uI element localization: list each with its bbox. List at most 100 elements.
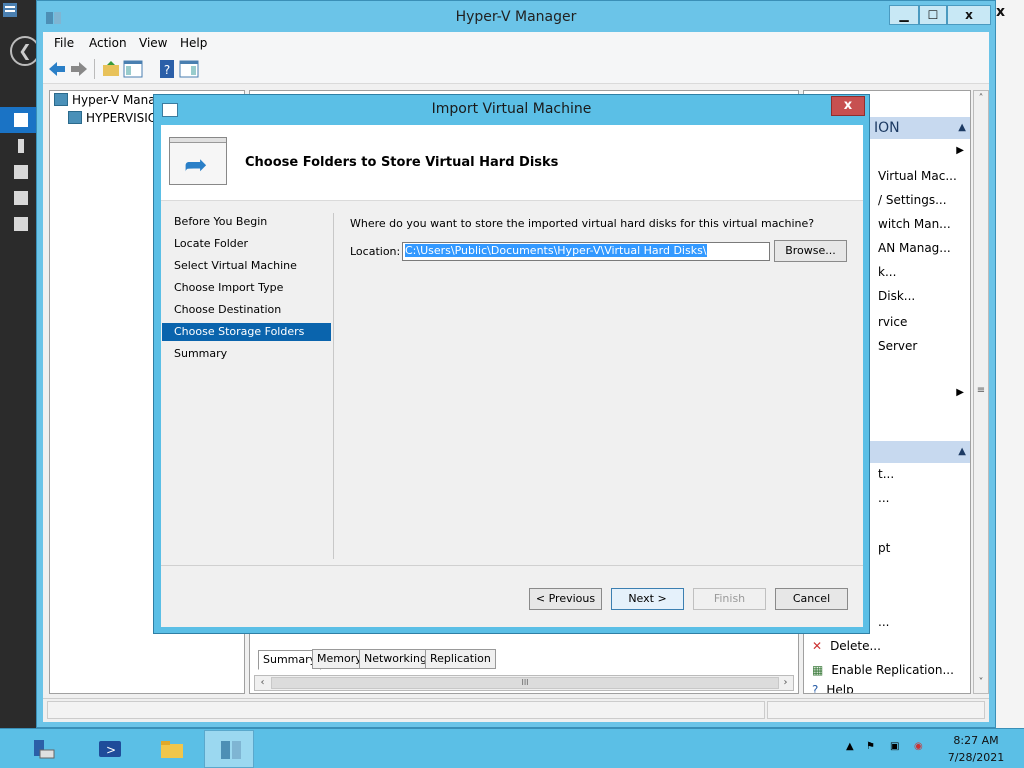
- minimize-button[interactable]: ▁: [889, 5, 919, 25]
- toolbar: ?: [43, 54, 989, 84]
- status-cell: [47, 701, 765, 719]
- import-vm-dialog: Import Virtual Machine x ➦ Choose Folder…: [153, 94, 870, 634]
- show-hide-action-pane-icon[interactable]: [179, 59, 199, 79]
- taskbar-hyperv-manager[interactable]: [204, 730, 254, 768]
- location-input[interactable]: C:\Users\Public\Documents\Hyper-V\Virtua…: [402, 242, 770, 261]
- taskbar: > ▲ ⚑ ▣ ◉ 8:27 AM 7/28/2021: [0, 728, 1024, 768]
- action-edit-disk[interactable]: k...: [878, 265, 896, 279]
- scroll-thumb[interactable]: III: [271, 677, 779, 689]
- action-connect[interactable]: t...: [878, 467, 894, 481]
- desktop-background-left: ❮: [0, 0, 40, 728]
- background-close-icon[interactable]: x: [996, 4, 1005, 20]
- step-summary[interactable]: Summary: [162, 345, 331, 363]
- finish-button[interactable]: Finish: [693, 588, 766, 610]
- status-cell: [767, 701, 985, 719]
- action-enable-replication[interactable]: ▦ Enable Replication...: [812, 663, 954, 677]
- collapse-caret-icon[interactable]: ▲: [958, 117, 966, 139]
- menu-bar: File Action View Help: [43, 32, 989, 54]
- taskbar-powershell[interactable]: >: [84, 730, 134, 768]
- local-server-nav-icon[interactable]: [0, 133, 38, 159]
- taskbar-file-explorer[interactable]: [146, 730, 196, 768]
- view-submenu-arrow-icon[interactable]: ▶: [956, 387, 964, 398]
- step-choose-storage-folders[interactable]: Choose Storage Folders: [162, 323, 331, 341]
- tree-item-server[interactable]: HYPERVISION: [68, 111, 166, 125]
- menu-help[interactable]: Help: [180, 36, 207, 50]
- menu-view[interactable]: View: [139, 36, 167, 50]
- scroll-right-icon[interactable]: ›: [778, 676, 793, 690]
- action-hyperv-settings[interactable]: / Settings...: [878, 193, 947, 207]
- toolbar-separator: [94, 59, 95, 79]
- action-new-virtual-machine[interactable]: Virtual Mac...: [878, 169, 957, 183]
- server-icon: [68, 111, 82, 124]
- window-title: Hyper-V Manager: [455, 9, 577, 25]
- help-small-icon: ?: [812, 683, 819, 693]
- show-hidden-icons-icon[interactable]: ▲: [846, 741, 854, 752]
- clock-time: 8:27 AM: [953, 734, 999, 747]
- vertical-scrollbar[interactable]: ˄ ≡ ˅: [973, 90, 989, 694]
- hyperv-taskbar-icon: [221, 741, 241, 759]
- action-virtual-switch-manager[interactable]: witch Man...: [878, 217, 951, 231]
- action-virtual-san-manager[interactable]: AN Manag...: [878, 241, 951, 255]
- action-settings[interactable]: ...: [878, 491, 889, 505]
- footer-divider: [161, 565, 863, 566]
- folder-icon: [161, 741, 183, 758]
- action-center-flag-icon[interactable]: ⚑: [866, 741, 875, 752]
- scroll-up-icon[interactable]: ˄: [974, 93, 988, 104]
- dialog-close-button[interactable]: x: [831, 96, 865, 116]
- up-folder-icon[interactable]: [101, 59, 121, 79]
- action-delete[interactable]: ✕ Delete...: [812, 639, 881, 653]
- action-export[interactable]: ...: [878, 615, 889, 629]
- close-button[interactable]: x: [947, 5, 991, 25]
- svg-text:>: >: [106, 743, 116, 757]
- horizontal-scrollbar[interactable]: ‹ III ›: [254, 675, 794, 691]
- forward-arrow-icon[interactable]: [69, 59, 89, 79]
- action-stop-service[interactable]: rvice: [878, 315, 907, 329]
- step-select-vm[interactable]: Select Virtual Machine: [162, 257, 331, 275]
- title-bar[interactable]: Hyper-V Manager ▁ ☐ x: [37, 1, 995, 33]
- tab-networking[interactable]: Networking: [359, 649, 432, 669]
- location-label: Location:: [350, 245, 401, 258]
- dialog-body: ➦ Choose Folders to Store Virtual Hard D…: [161, 125, 863, 627]
- maximize-button[interactable]: ☐: [919, 5, 947, 25]
- help-icon[interactable]: ?: [157, 59, 177, 79]
- action-inspect-disk[interactable]: Disk...: [878, 289, 915, 303]
- scroll-down-icon[interactable]: ˅: [974, 677, 988, 688]
- cancel-button[interactable]: Cancel: [775, 588, 848, 610]
- step-choose-destination[interactable]: Choose Destination: [162, 301, 331, 319]
- system-clock[interactable]: 8:27 AM 7/28/2021: [940, 732, 1012, 766]
- collapse-caret-icon[interactable]: ▲: [958, 441, 966, 463]
- all-servers-nav-icon[interactable]: [0, 159, 38, 185]
- hyperv-nav-icon[interactable]: [0, 211, 38, 237]
- next-button[interactable]: Next >: [611, 588, 684, 610]
- storage-question-text: Where do you want to store the imported …: [350, 217, 815, 230]
- action-checkpoint[interactable]: pt: [878, 541, 890, 555]
- dashboard-nav-icon[interactable]: [0, 107, 38, 133]
- back-arrow-icon[interactable]: [47, 59, 67, 79]
- clock-date: 7/28/2021: [947, 751, 1005, 764]
- submenu-arrow-icon[interactable]: ▶: [956, 145, 964, 156]
- file-services-nav-icon[interactable]: [0, 185, 38, 211]
- replication-icon: ▦: [812, 663, 824, 677]
- scroll-left-icon[interactable]: ‹: [255, 676, 270, 690]
- scroll-grip-icon[interactable]: ≡: [974, 385, 988, 396]
- hyperv-manager-icon: [54, 93, 68, 106]
- server-manager-taskbar-icon: [34, 740, 55, 759]
- wizard-page-heading: Choose Folders to Store Virtual Hard Dis…: [245, 155, 559, 170]
- taskbar-server-manager[interactable]: [18, 730, 68, 768]
- wizard-header: ➦ Choose Folders to Store Virtual Hard D…: [161, 125, 863, 201]
- step-locate-folder[interactable]: Locate Folder: [162, 235, 331, 253]
- tab-replication[interactable]: Replication: [425, 649, 496, 669]
- location-value: C:\Users\Public\Documents\Hyper-V\Virtua…: [405, 244, 707, 257]
- menu-file[interactable]: File: [54, 36, 74, 50]
- powershell-icon: >: [99, 741, 121, 757]
- volume-muted-icon[interactable]: ◉: [914, 741, 923, 752]
- step-choose-import-type[interactable]: Choose Import Type: [162, 279, 331, 297]
- action-help[interactable]: ? Help: [812, 683, 854, 693]
- action-remove-server[interactable]: Server: [878, 339, 917, 353]
- network-icon[interactable]: ▣: [890, 741, 899, 752]
- previous-button[interactable]: < Previous: [529, 588, 602, 610]
- show-hide-console-tree-icon[interactable]: [123, 59, 143, 79]
- menu-action[interactable]: Action: [89, 36, 127, 50]
- browse-button[interactable]: Browse...: [774, 240, 847, 262]
- step-before-you-begin[interactable]: Before You Begin: [162, 213, 331, 231]
